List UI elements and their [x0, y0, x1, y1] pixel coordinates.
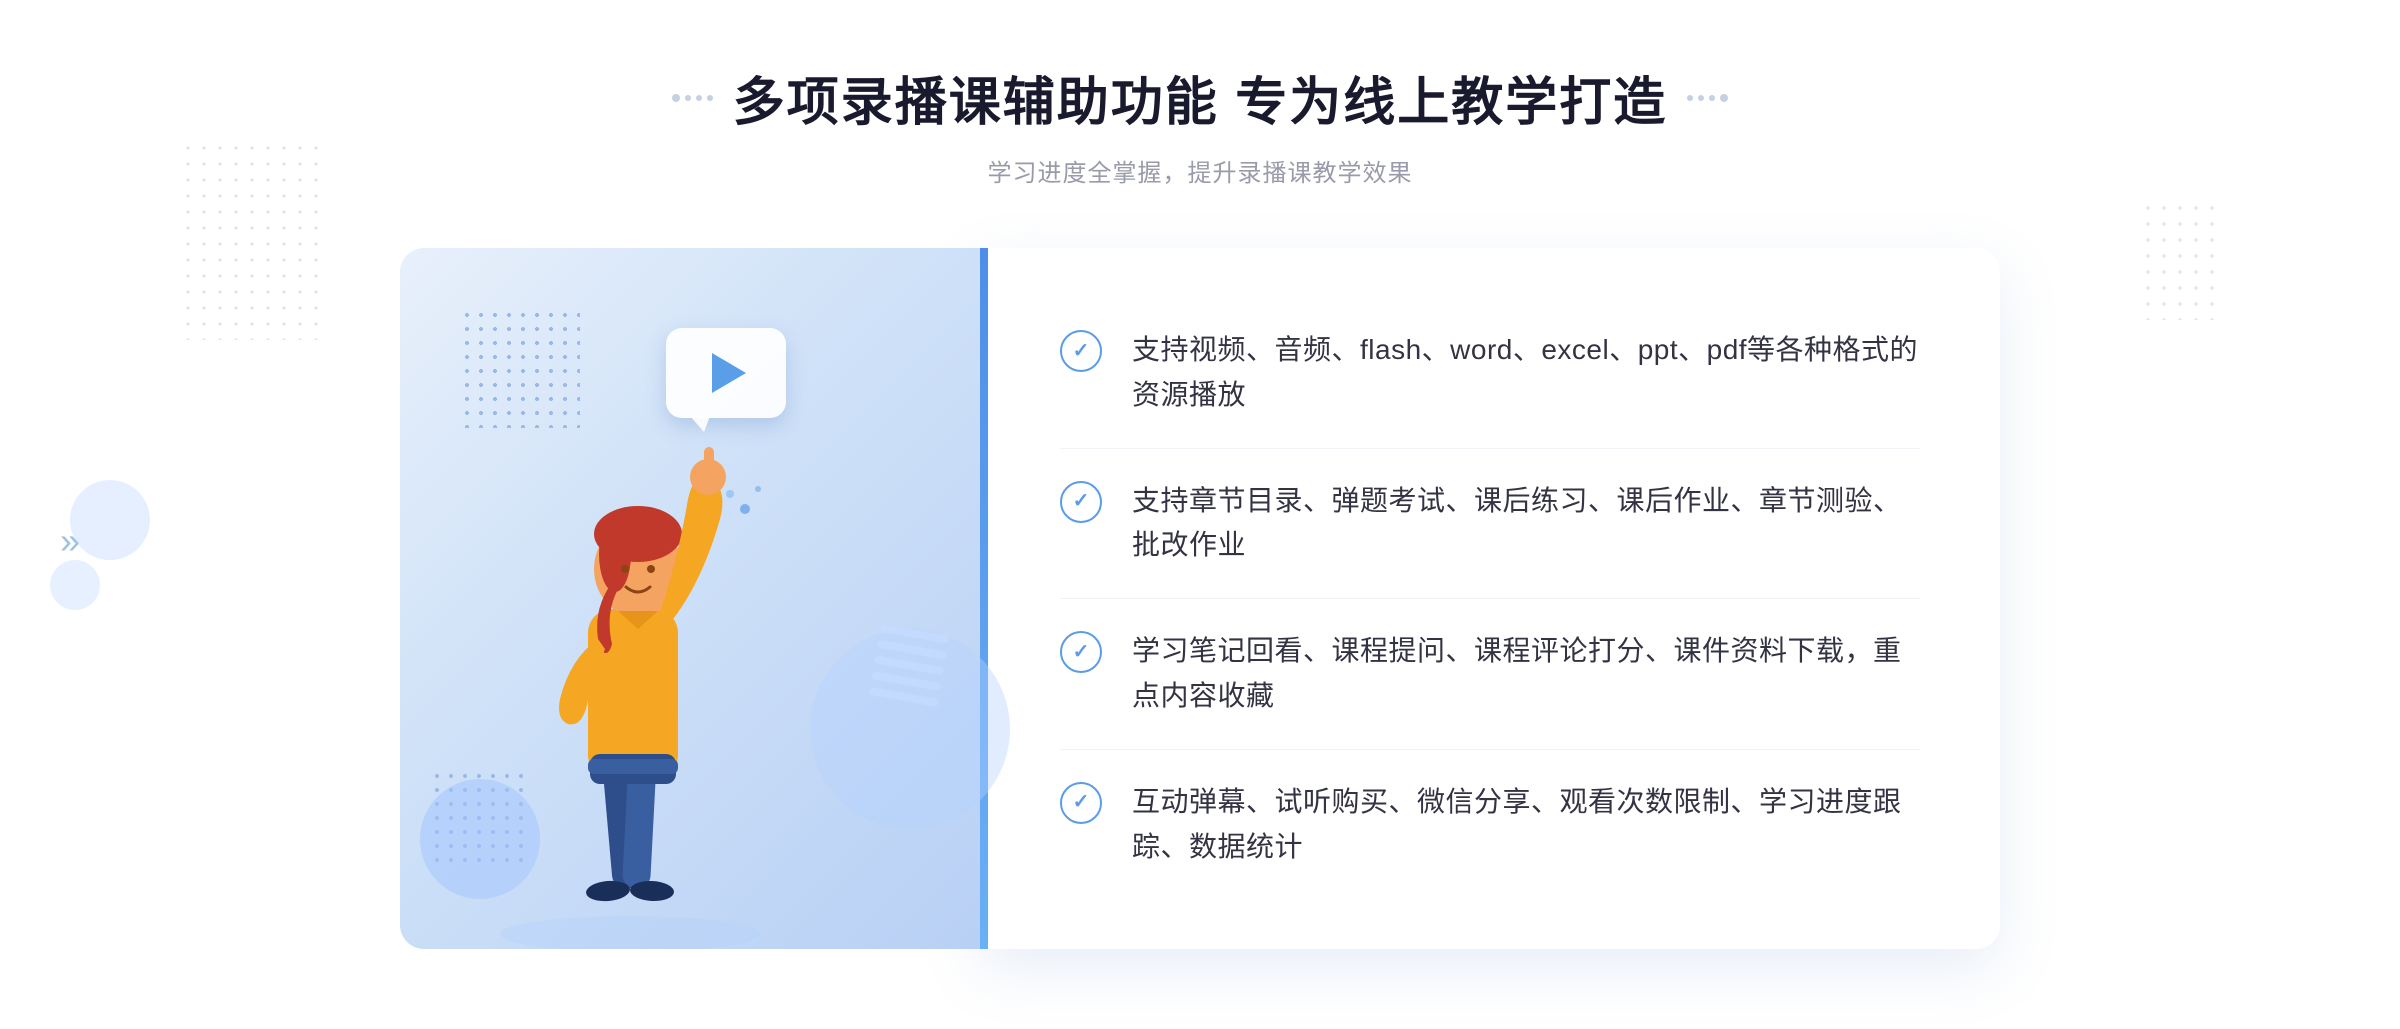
- info-panel: ✓ 支持视频、音频、flash、word、excel、ppt、pdf等各种格式的…: [980, 248, 2000, 949]
- left-title-decorator: [672, 94, 713, 102]
- feature-text-4: 互动弹幕、试听购买、微信分享、观看次数限制、学习进度跟踪、数据统计: [1132, 780, 1920, 870]
- ext-circle-2: [50, 560, 100, 610]
- check-mark-1: ✓: [1073, 341, 1090, 361]
- feature-text-2: 支持章节目录、弹题考试、课后练习、课后作业、章节测验、批改作业: [1132, 479, 1920, 569]
- feature-text-1: 支持视频、音频、flash、word、excel、ppt、pdf等各种格式的资源…: [1132, 328, 1920, 418]
- check-circle-3: ✓: [1060, 631, 1102, 673]
- dot3: [696, 95, 702, 101]
- feature-item-3: ✓ 学习笔记回看、课程提问、课程评论打分、课件资料下载，重点内容收藏: [1060, 599, 1920, 750]
- feature-text-3: 学习笔记回看、课程提问、课程评论打分、课件资料下载，重点内容收藏: [1132, 629, 1920, 719]
- check-mark-4: ✓: [1073, 792, 1090, 812]
- dot7: [1709, 95, 1715, 101]
- dot1: [672, 94, 680, 102]
- title-wrapper: 多项录播课辅助功能 专为线上教学打造: [672, 60, 1728, 135]
- dot8: [1720, 94, 1728, 102]
- feature-item-4: ✓ 互动弹幕、试听购买、微信分享、观看次数限制、学习进度跟踪、数据统计: [1060, 750, 1920, 900]
- header-section: 多项录播课辅助功能 专为线上教学打造 学习进度全掌握，提升录播课教学效果: [0, 60, 2400, 188]
- check-circle-4: ✓: [1060, 782, 1102, 824]
- dot2: [685, 95, 691, 101]
- ext-circle-1: [70, 480, 150, 560]
- content-area: ✓ 支持视频、音频、flash、word、excel、ppt、pdf等各种格式的…: [400, 248, 2000, 949]
- check-mark-2: ✓: [1073, 491, 1090, 511]
- check-icon-4: ✓: [1060, 782, 1102, 824]
- page-container: » 多项录播课辅助功能 专为线上教学打造 学习进度全掌握，提升录播课教学效果: [0, 0, 2400, 1029]
- feature-item-2: ✓ 支持章节目录、弹题考试、课后练习、课后作业、章节测验、批改作业: [1060, 449, 1920, 600]
- check-icon-3: ✓: [1060, 631, 1102, 673]
- check-icon-1: ✓: [1060, 330, 1102, 372]
- subtitle: 学习进度全掌握，提升录播课教学效果: [988, 153, 1413, 188]
- feature-item-1: ✓ 支持视频、音频、flash、word、excel、ppt、pdf等各种格式的…: [1060, 298, 1920, 449]
- stripe-5: [868, 687, 938, 707]
- dot-grid-right: [2140, 200, 2220, 320]
- illustration-panel: [400, 248, 980, 949]
- check-mark-3: ✓: [1073, 642, 1090, 662]
- dot4: [707, 95, 713, 101]
- main-title: 多项录播课辅助功能 专为线上教学打造: [733, 60, 1667, 135]
- right-title-decorator: [1687, 94, 1728, 102]
- person-illustration: [460, 369, 800, 949]
- check-icon-2: ✓: [1060, 481, 1102, 523]
- check-circle-2: ✓: [1060, 481, 1102, 523]
- dot6: [1698, 95, 1704, 101]
- check-circle-1: ✓: [1060, 330, 1102, 372]
- dot5: [1687, 95, 1693, 101]
